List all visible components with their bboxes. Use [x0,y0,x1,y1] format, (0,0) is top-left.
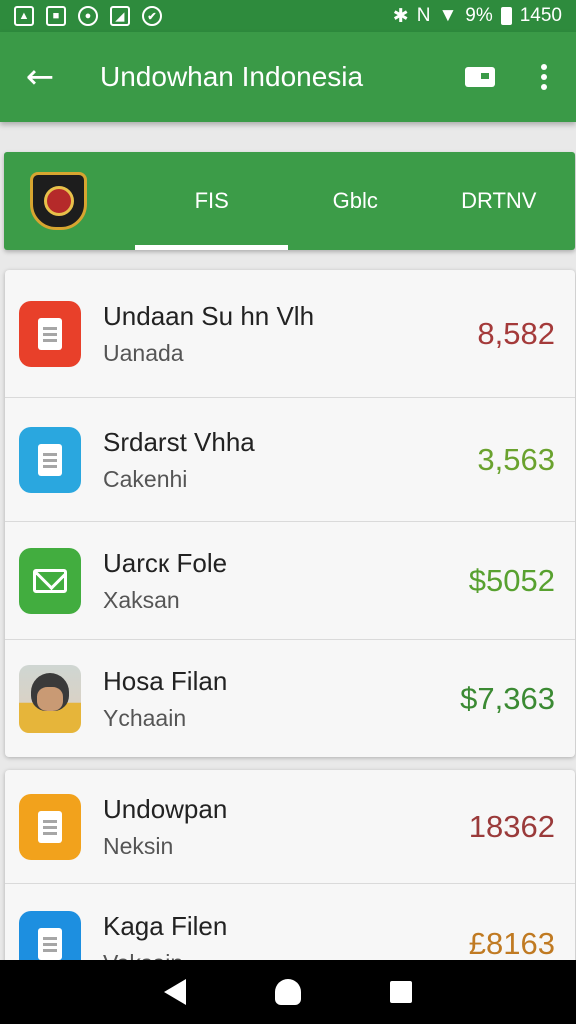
list-item[interactable]: Hosa Filan Ychaain $7,363 [5,640,575,757]
mail-icon [19,547,81,614]
nav-home-icon[interactable] [274,979,301,1005]
nav-recents-icon[interactable] [389,981,412,1003]
app-bar: ← Undowhan Indonesia [0,32,576,122]
list-item[interactable]: Undowpan Neksin 18362 [5,770,575,884]
document-icon [19,793,81,860]
notepad-icon [19,426,81,493]
photo-icon: ◢ [110,6,130,26]
list-item[interactable]: Uarcк Fole Xaksan $5052 [5,522,575,640]
tab-drtnv[interactable]: DRTNV [423,152,575,250]
system-nav-bar [0,960,576,1024]
battery-percent: 9% [465,5,493,26]
status-bar: ▲ ■ ● ◢ ✔ ✱ N ▼ 9% 1450 [0,0,576,32]
message-icon [465,67,495,87]
tab-fis[interactable]: FIS [135,152,289,250]
transactions-card-2: Undowpan Neksin 18362 Kaga Filen Vaksain… [5,770,575,970]
item-amount: 18362 [468,808,555,844]
tab-gblc[interactable]: Gblc [288,152,423,250]
chat-icon: ✔ [142,6,162,26]
battery-icon [500,7,512,25]
item-amount: $7,363 [460,680,555,716]
document-icon [19,300,81,367]
image-icon: ▲ [14,6,34,26]
square-app-icon: ■ [46,6,66,26]
wifi-icon: ▼ [438,5,458,26]
nav-back-icon[interactable] [164,979,187,1005]
tab-bar: FIS Gblc DRTNV [4,152,575,250]
bluetooth-icon: ✱ [392,5,409,27]
more-vert-icon [541,64,547,90]
list-item[interactable]: Undaan Su hn Vlh Uanada 8,582 [5,270,575,398]
overflow-menu-button[interactable] [512,64,576,90]
emblem-logo [30,172,88,230]
list-item[interactable]: Kaga Filen Vaksain £8163 [5,884,575,970]
back-arrow-icon[interactable]: ← [0,57,80,97]
clock: 1450 [519,5,562,26]
item-amount: 3,563 [477,441,555,477]
list-item[interactable]: Srdarst Vhha Cakenhi 3,563 [5,398,575,522]
app-title: Undowhan Indonesia [100,61,364,92]
item-amount: $5052 [468,562,555,598]
avatar [19,664,81,733]
item-amount: £8163 [468,926,555,961]
item-amount: 8,582 [477,315,555,351]
message-button[interactable] [448,67,512,87]
circle-app-icon: ● [78,6,98,26]
nfc-icon: N [416,5,431,26]
transactions-card: Undaan Su hn Vlh Uanada 8,582 Srdarst Vh… [5,270,575,757]
